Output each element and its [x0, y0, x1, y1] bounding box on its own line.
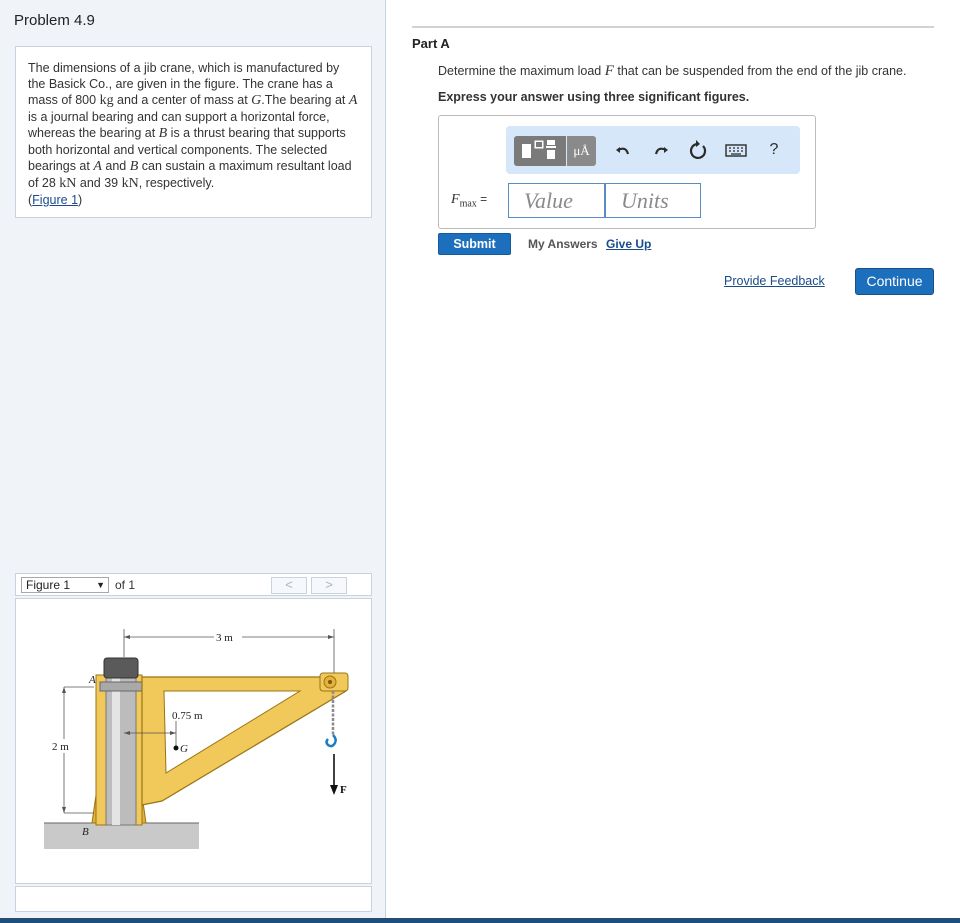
dim-2m: 2 m — [52, 741, 69, 753]
paren: ) — [78, 193, 83, 207]
math-toolbar: μÅ ? — [506, 126, 800, 174]
figure-select[interactable]: Figure 1 ▼ — [21, 577, 109, 593]
caret-down-icon: ▼ — [96, 580, 105, 590]
give-up-link[interactable]: Give Up — [606, 237, 651, 251]
jib-crane-figure: F 3 m 2 m 0.75 m G A B — [44, 629, 349, 849]
provide-feedback-link[interactable]: Provide Feedback — [724, 274, 825, 288]
variable-subscript: max — [459, 198, 477, 210]
help-icon[interactable]: ? — [762, 138, 786, 162]
symbol-b: B — [158, 126, 168, 141]
figure-footer — [15, 886, 372, 912]
problem-title: Problem 4.9 — [14, 12, 95, 29]
problem-panel: Problem 4.9 The dimensions of a jib cran… — [0, 0, 386, 923]
hook-icon — [325, 734, 337, 748]
keyboard-icon[interactable] — [724, 138, 748, 162]
templates-button[interactable] — [514, 136, 566, 166]
units-input[interactable] — [605, 183, 701, 218]
dim-3m: 3 m — [216, 632, 233, 644]
answer-variable-label: Fmax = — [451, 192, 487, 209]
label-f: F — [340, 784, 347, 796]
value-input[interactable] — [508, 183, 605, 218]
label-b: B — [82, 826, 89, 838]
submit-button[interactable]: Submit — [438, 233, 511, 255]
equals-sign: = — [476, 192, 488, 206]
question-text: Determine the maximum load F that can be… — [438, 63, 906, 80]
redo-icon[interactable] — [648, 138, 672, 162]
unit-kg: kg — [99, 93, 114, 108]
continue-button[interactable]: Continue — [855, 268, 934, 295]
reset-icon[interactable] — [686, 138, 710, 162]
prev-figure-button[interactable]: < — [271, 577, 307, 594]
statement-text: .The bearing at — [261, 93, 349, 107]
ground — [44, 823, 199, 849]
variable-symbol: F — [451, 192, 460, 207]
symbol-a: A — [348, 93, 358, 108]
next-figure-button[interactable]: > — [311, 577, 347, 594]
center-of-mass-point — [173, 745, 179, 751]
symbol-g: G — [251, 93, 262, 108]
symbol-f: F — [604, 63, 614, 79]
bearing-cap — [103, 657, 139, 679]
part-title: Part A — [412, 36, 450, 51]
bottom-bar — [0, 918, 960, 923]
figure-viewer: F 3 m 2 m 0.75 m G A B — [15, 598, 372, 884]
figure-count: of 1 — [115, 578, 136, 592]
unit-kn: kN — [59, 176, 77, 191]
question-post: that can be suspended from the end of th… — [613, 64, 907, 78]
undo-icon[interactable] — [612, 138, 636, 162]
question-pre: Determine the maximum load — [438, 64, 605, 78]
template-group: μÅ — [514, 136, 596, 166]
answer-box: μÅ ? Fmax = — [438, 115, 816, 229]
label-a: A — [88, 674, 96, 686]
statement-text: and a center of mass at — [113, 93, 252, 107]
divider — [412, 26, 934, 28]
figure-select-value: Figure 1 — [26, 578, 71, 592]
figure-navigation: Figure 1 ▼ of 1 < > — [15, 573, 372, 596]
symbol-a: A — [93, 159, 102, 174]
problem-statement: The dimensions of a jib crane, which is … — [15, 46, 372, 218]
dim-075m: 0.75 m — [172, 710, 203, 722]
statement-text: and — [101, 159, 130, 173]
figure-link[interactable]: Figure 1 — [32, 193, 78, 207]
label-g: G — [180, 743, 188, 755]
statement-text: and 39 — [76, 176, 122, 190]
units-button[interactable]: μÅ — [567, 136, 596, 166]
unit-kn: kN — [121, 176, 139, 191]
symbol-b: B — [129, 159, 139, 174]
instruction-text: Express your answer using three signific… — [438, 90, 750, 104]
statement-text: , respectively. — [138, 176, 215, 190]
my-answers-link[interactable]: My Answers — [528, 237, 598, 251]
